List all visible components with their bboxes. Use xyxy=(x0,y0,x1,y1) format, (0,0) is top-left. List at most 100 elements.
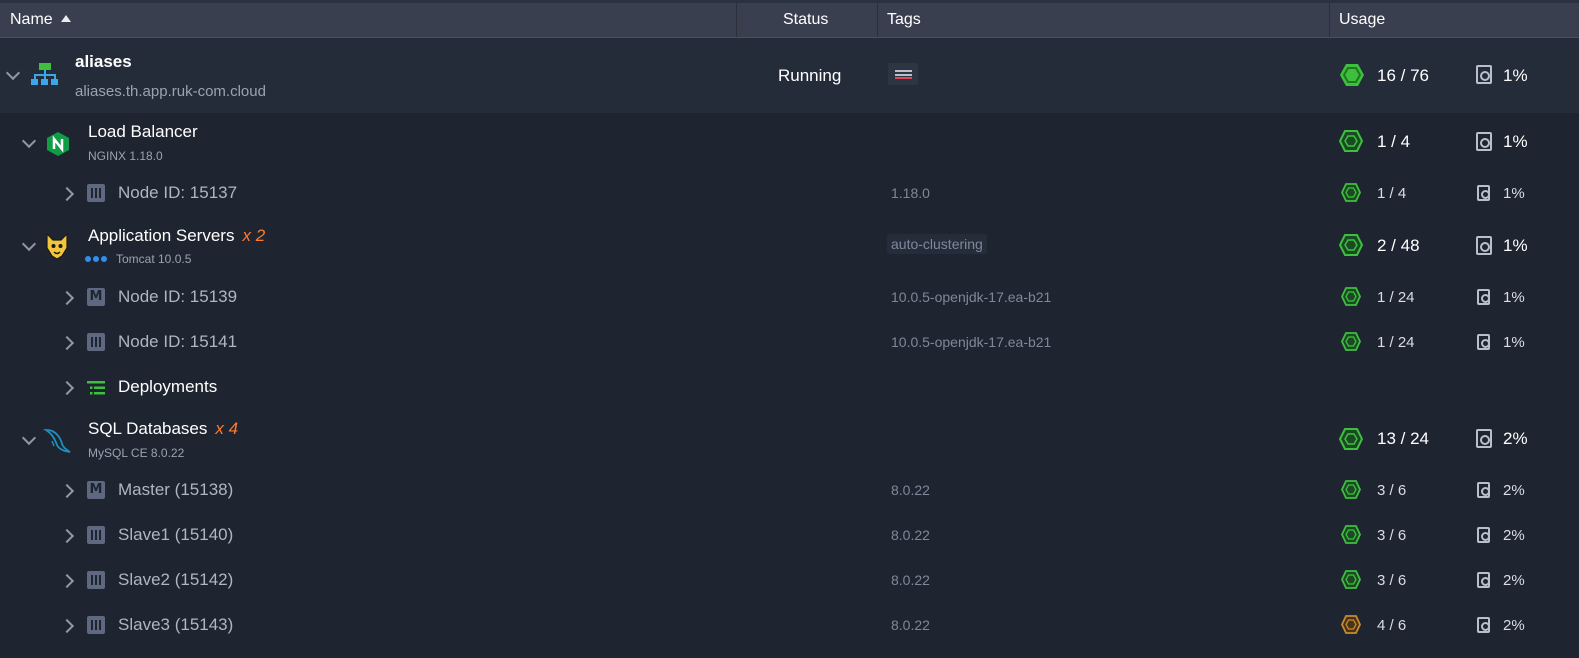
node-cloudlets: 3 / 6 xyxy=(1377,572,1407,589)
node-label[interactable]: Node ID: 15139 xyxy=(118,287,237,307)
expand-chevron-icon[interactable] xyxy=(59,380,75,396)
layer-row-load-balancer[interactable]: Load Balancer NGINX 1.18.0 1 / 4 1% xyxy=(0,113,1579,171)
deployments-row[interactable]: Deployments xyxy=(0,365,1579,410)
environment-topology-icon xyxy=(31,63,58,85)
deployments-label[interactable]: Deployments xyxy=(118,377,217,397)
node-cloudlets: 3 / 6 xyxy=(1377,482,1407,499)
node-icon xyxy=(87,333,105,351)
mysql-dolphin-icon xyxy=(43,429,71,453)
environment-name[interactable]: aliases xyxy=(75,52,132,72)
node-tag: 10.0.5-openjdk-17.ea-b21 xyxy=(891,334,1052,350)
node-label[interactable]: Node ID: 15137 xyxy=(118,183,237,203)
node-disk-usage: 2% xyxy=(1503,527,1525,544)
node-tag: 8.0.22 xyxy=(891,527,930,543)
column-status-header[interactable]: Status xyxy=(783,3,828,37)
node-label[interactable]: Master (15138) xyxy=(118,480,233,500)
node-count-multiplier: x 4 xyxy=(215,419,239,438)
environment-panel: Name Status Tags Usage aliases aliases.t… xyxy=(0,0,1579,658)
master-node-icon: M xyxy=(87,288,105,306)
cloudlet-icon xyxy=(1340,64,1364,86)
node-label[interactable]: Slave2 (15142) xyxy=(118,570,233,590)
master-node-icon: M xyxy=(87,481,105,499)
node-disk-usage: 2% xyxy=(1503,617,1525,634)
cloudlet-icon xyxy=(1341,525,1361,544)
layer-name: Application Servers xyxy=(88,226,235,245)
disk-icon xyxy=(1477,185,1490,201)
node-icon xyxy=(87,571,105,589)
node-cloudlets: 4 / 6 xyxy=(1377,617,1407,634)
node-cloudlets: 1 / 4 xyxy=(1377,185,1407,202)
node-row[interactable]: Node ID: 15137 1.18.0 1 / 4 1% xyxy=(0,171,1579,216)
layer-name: SQL Databases xyxy=(88,419,208,438)
node-icon xyxy=(87,616,105,634)
node-count-multiplier: x 2 xyxy=(242,226,266,245)
column-divider[interactable] xyxy=(877,3,878,37)
environment-domain-link[interactable]: aliases.th.app.ruk-com.cloud xyxy=(75,83,266,100)
collapse-chevron-icon[interactable] xyxy=(21,430,37,446)
column-usage-header[interactable]: Usage xyxy=(1339,3,1385,37)
layer-row-application-servers[interactable]: Application Servers x 2 Tomcat 10.0.5 aut… xyxy=(0,216,1579,274)
collapse-chevron-icon[interactable] xyxy=(21,236,37,252)
expand-chevron-icon[interactable] xyxy=(59,573,75,589)
cloudlet-icon xyxy=(1341,287,1361,306)
cloudlet-warning-icon xyxy=(1341,615,1361,634)
layer-row-sql-databases[interactable]: SQL Databases x 4 MySQL CE 8.0.22 13 / 24… xyxy=(0,410,1579,468)
disk-icon xyxy=(1476,429,1492,448)
environment-status: Running xyxy=(778,66,842,85)
layer-version: Tomcat 10.0.5 xyxy=(116,252,192,266)
node-tag: 10.0.5-openjdk-17.ea-b21 xyxy=(891,289,1052,305)
layer-version: NGINX 1.18.0 xyxy=(88,149,163,163)
node-row[interactable]: M Master (15138) 8.0.22 3 / 6 2% xyxy=(0,468,1579,513)
collapse-chevron-icon[interactable] xyxy=(5,65,21,81)
deployments-icon xyxy=(87,381,105,395)
node-disk-usage: 1% xyxy=(1503,289,1525,306)
node-row[interactable]: Slave3 (15143) 8.0.22 4 / 6 2% xyxy=(0,603,1579,648)
expand-chevron-icon[interactable] xyxy=(59,618,75,634)
sort-ascending-icon xyxy=(60,15,71,22)
collapse-chevron-icon[interactable] xyxy=(21,133,37,149)
cloudlet-icon xyxy=(1339,428,1363,450)
expand-chevron-icon[interactable] xyxy=(59,335,75,351)
node-row[interactable]: Node ID: 15141 10.0.5-openjdk-17.ea-b21 … xyxy=(0,320,1579,365)
node-cloudlets: 3 / 6 xyxy=(1377,527,1407,544)
node-row[interactable]: Slave1 (15140) 8.0.22 3 / 6 2% xyxy=(0,513,1579,558)
expand-chevron-icon[interactable] xyxy=(59,186,75,202)
layer-name[interactable]: Load Balancer xyxy=(88,122,198,142)
node-row[interactable]: M Node ID: 15139 10.0.5-openjdk-17.ea-b2… xyxy=(0,275,1579,320)
layer-cloudlets: 1 / 4 xyxy=(1377,132,1411,151)
layer-tag[interactable]: auto-clustering xyxy=(887,234,987,254)
disk-icon xyxy=(1476,132,1492,151)
layer-name-wrap[interactable]: SQL Databases x 4 xyxy=(88,419,238,439)
expand-chevron-icon[interactable] xyxy=(59,290,75,306)
column-divider[interactable] xyxy=(736,3,737,37)
layer-name-wrap[interactable]: Application Servers x 2 xyxy=(88,226,265,246)
node-disk-usage: 2% xyxy=(1503,572,1525,589)
layer-disk-usage: 2% xyxy=(1503,429,1528,448)
node-disk-usage: 1% xyxy=(1503,185,1525,202)
node-cloudlets: 1 / 24 xyxy=(1377,334,1415,351)
disk-icon xyxy=(1476,236,1492,255)
column-usage-label: Usage xyxy=(1339,11,1386,28)
node-label[interactable]: Node ID: 15141 xyxy=(118,332,237,352)
expand-chevron-icon[interactable] xyxy=(59,528,75,544)
node-tag: 8.0.22 xyxy=(891,617,930,633)
environment-tag-color-icon[interactable] xyxy=(888,63,918,85)
node-disk-usage: 2% xyxy=(1503,482,1525,499)
expand-chevron-icon[interactable] xyxy=(59,483,75,499)
environment-disk-usage: 1% xyxy=(1503,66,1528,85)
column-name-header[interactable]: Name xyxy=(10,3,71,37)
environment-row[interactable]: aliases aliases.th.app.ruk-com.cloud Run… xyxy=(0,38,1579,113)
column-divider[interactable] xyxy=(1329,3,1330,37)
node-icon xyxy=(87,526,105,544)
node-tag: 8.0.22 xyxy=(891,482,930,498)
node-label[interactable]: Slave3 (15143) xyxy=(118,615,233,635)
column-tags-header[interactable]: Tags xyxy=(887,3,921,37)
column-status-label: Status xyxy=(783,11,829,28)
node-label[interactable]: Slave1 (15140) xyxy=(118,525,233,545)
node-icon xyxy=(87,184,105,202)
disk-icon xyxy=(1477,617,1490,633)
column-tags-label: Tags xyxy=(887,11,921,28)
column-name-label: Name xyxy=(10,11,53,28)
node-tag: 8.0.22 xyxy=(891,572,930,588)
node-row[interactable]: Slave2 (15142) 8.0.22 3 / 6 2% xyxy=(0,558,1579,603)
